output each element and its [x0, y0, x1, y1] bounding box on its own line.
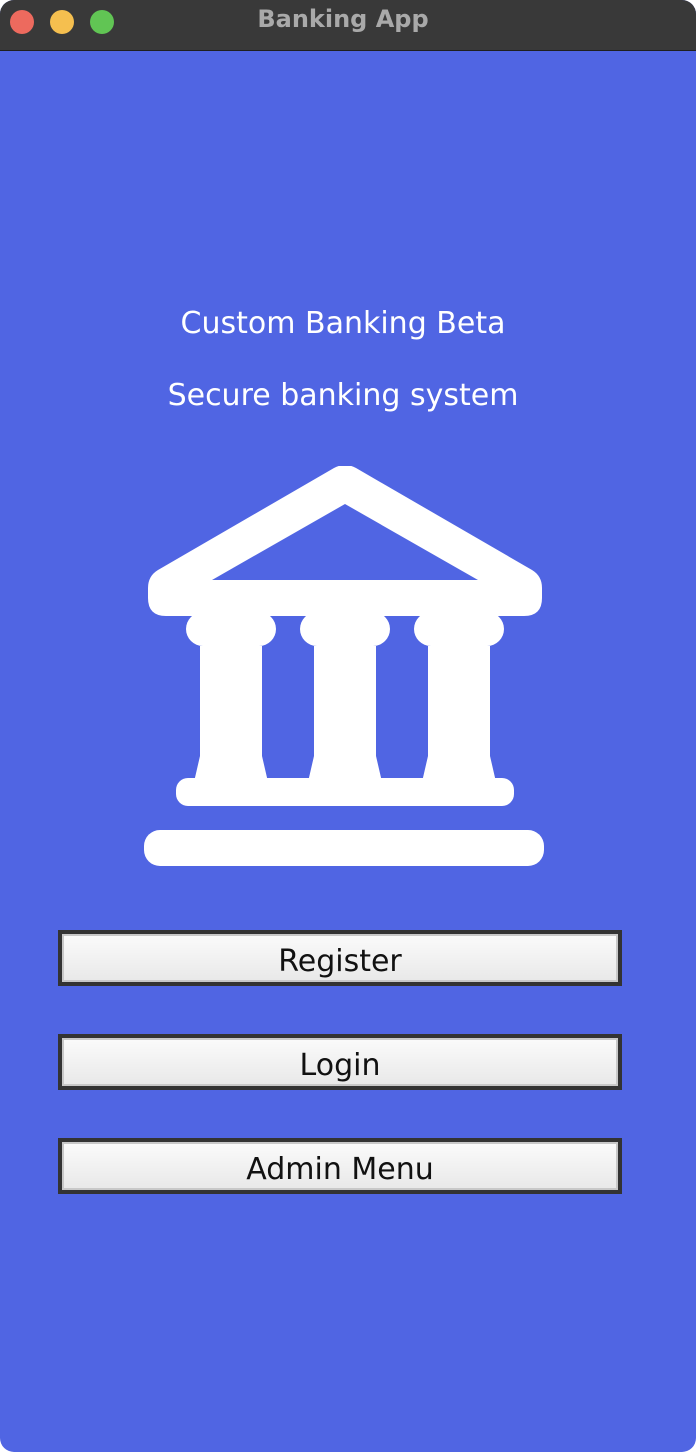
login-button[interactable]: Login [58, 1034, 622, 1090]
window-title: Banking App [257, 5, 429, 33]
bank-icon [144, 466, 544, 866]
title-bar: Banking App [0, 0, 696, 51]
app-window: Banking App Custom Banking Beta Secure b… [0, 0, 696, 1452]
app-title: Custom Banking Beta [180, 306, 506, 341]
app-subtitle: Secure banking system [167, 378, 519, 413]
register-button[interactable]: Register [58, 930, 622, 986]
admin-menu-button[interactable]: Admin Menu [58, 1138, 622, 1194]
main-content: Custom Banking Beta Secure banking syste… [0, 50, 696, 1452]
